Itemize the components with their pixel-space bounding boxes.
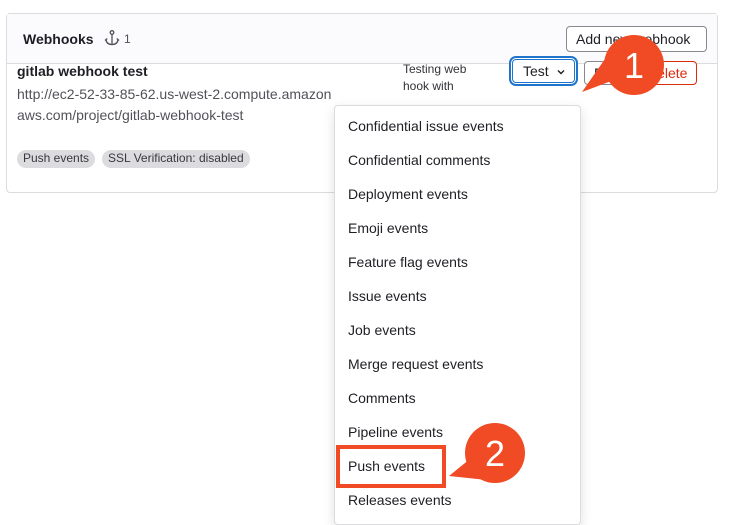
step-1-number: 1 bbox=[624, 45, 644, 86]
webhook-count: 1 bbox=[124, 32, 131, 46]
menu-item-emoji-events[interactable]: Emoji events bbox=[335, 212, 580, 246]
menu-item-confidential-comments[interactable]: Confidential comments bbox=[335, 144, 580, 178]
menu-item-issue-events[interactable]: Issue events bbox=[335, 280, 580, 314]
menu-item-merge-request-events[interactable]: Merge request events bbox=[335, 348, 580, 382]
menu-item-job-events[interactable]: Job events bbox=[335, 314, 580, 348]
push-events-highlight bbox=[336, 445, 446, 488]
push-events-badge: Push events bbox=[17, 150, 96, 168]
menu-item-feature-flag-events[interactable]: Feature flag events bbox=[335, 246, 580, 280]
menu-item-confidential-issue-events[interactable]: Confidential issue events bbox=[335, 110, 580, 144]
chevron-down-icon bbox=[557, 70, 565, 75]
step-2-callout: 2 bbox=[449, 423, 525, 483]
webhook-url: http://ec2-52-33-85-62.us-west-2.compute… bbox=[17, 86, 332, 123]
step-2-number: 2 bbox=[485, 433, 505, 474]
step-1-callout: 1 bbox=[582, 35, 664, 95]
test-description: Testing web hook with bbox=[403, 62, 467, 93]
ssl-verification-badge: SSL Verification: disabled bbox=[102, 150, 250, 168]
test-button-label: Test bbox=[523, 63, 549, 79]
anchor-icon bbox=[104, 30, 120, 46]
page-title: Webhooks bbox=[23, 31, 94, 47]
menu-item-deployment-events[interactable]: Deployment events bbox=[335, 178, 580, 212]
webhook-name: gitlab webhook test bbox=[17, 63, 148, 79]
menu-item-comments[interactable]: Comments bbox=[335, 382, 580, 416]
test-dropdown-button[interactable]: Test bbox=[512, 59, 575, 83]
menu-item-releases-events[interactable]: Releases events bbox=[335, 484, 580, 518]
